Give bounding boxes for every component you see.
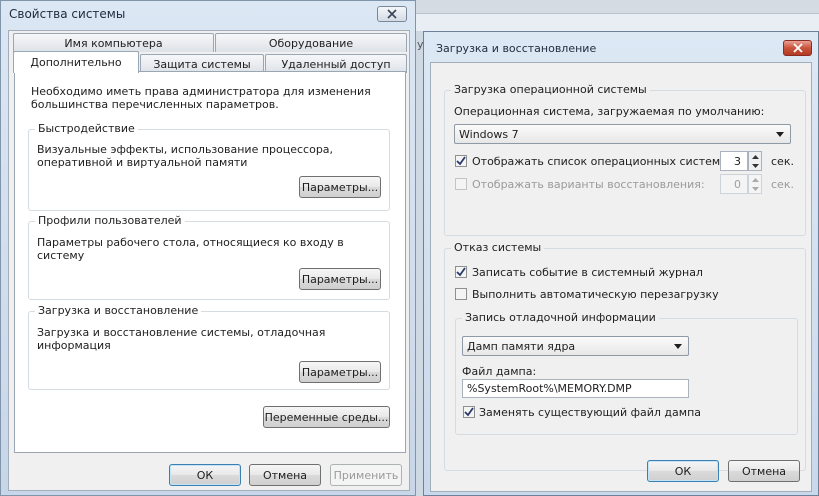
cancel-button[interactable]: Отмена (728, 460, 800, 482)
ok-button[interactable]: ОК (169, 464, 241, 486)
chevron-down-icon (776, 132, 784, 137)
spin-down-icon[interactable] (749, 161, 761, 170)
auto-restart-checkbox[interactable] (455, 288, 467, 300)
os-startup-group: Загрузка операционной системы Операционн… (444, 83, 806, 236)
startup-recovery-settings-button[interactable]: Параметры... (299, 361, 381, 383)
default-os-select[interactable]: Windows 7 (454, 124, 791, 144)
system-properties-window: Свойства системы Имя компьютера Оборудов… (0, 0, 416, 496)
seconds-unit-disabled: сек. (771, 178, 794, 191)
show-recovery-spinner[interactable] (748, 174, 762, 194)
close-icon (792, 43, 803, 53)
tab-computer-name[interactable]: Имя компьютера (13, 33, 214, 52)
user-profiles-title: Профили пользователей (35, 214, 185, 227)
apply-button[interactable]: Применить (330, 464, 402, 486)
user-profiles-group: Профили пользователей Параметры рабочего… (28, 214, 390, 300)
close-button[interactable] (783, 40, 812, 56)
dialog-client-area: Имя компьютера Оборудование Дополнительн… (8, 30, 410, 491)
user-profiles-text: Параметры рабочего стола, относящиеся ко… (37, 236, 344, 262)
system-failure-group: Отказ системы Записать событие в системн… (444, 241, 806, 471)
environment-variables-button[interactable]: Переменные среды... (263, 406, 390, 428)
show-os-list-spinner[interactable] (748, 151, 762, 171)
startup-recovery-title: Загрузка и восстановление (35, 304, 202, 317)
show-os-list-seconds-input[interactable]: 3 (720, 151, 748, 171)
log-event-checkbox[interactable] (455, 266, 467, 278)
checkmark-icon (456, 156, 466, 166)
ok-button[interactable]: ОК (647, 460, 719, 482)
tab-panel-advanced: Необходимо иметь права администратора дл… (14, 71, 406, 453)
tab-hardware[interactable]: Оборудование (215, 33, 407, 52)
tab-advanced[interactable]: Дополнительно (13, 51, 139, 73)
show-os-list-checkbox[interactable] (455, 155, 467, 167)
show-os-list-label: Отображать список операционных систем: (472, 155, 724, 168)
cancel-button[interactable]: Отмена (249, 464, 321, 486)
system-failure-title: Отказ системы (451, 241, 545, 254)
close-button[interactable] (377, 6, 407, 22)
admin-note: Необходимо иметь права администратора дл… (31, 85, 371, 111)
dump-file-label: Файл дампа: (462, 365, 537, 378)
dump-type-value: Дамп памяти ядра (467, 339, 576, 353)
default-os-label: Операционная система, загружаемая по умо… (454, 105, 765, 118)
spin-down-icon[interactable] (749, 184, 761, 193)
performance-text: Визуальные эффекты, использование процес… (37, 143, 334, 169)
performance-settings-button[interactable]: Параметры... (299, 176, 381, 198)
user-profiles-settings-button[interactable]: Параметры... (299, 268, 381, 290)
dialog-title: Загрузка и восстановление (436, 42, 597, 55)
startup-recovery-dialog: Загрузка и восстановление Загрузка опера… (423, 31, 819, 496)
debug-info-group: Запись отладочной информации Дамп памяти… (455, 311, 798, 435)
checkmark-icon (456, 267, 466, 277)
seconds-unit: сек. (771, 155, 794, 168)
spin-up-icon[interactable] (749, 175, 761, 184)
close-icon (387, 9, 397, 19)
performance-group: Быстродействие Визуальные эффекты, испол… (28, 122, 390, 211)
performance-title: Быстродействие (35, 122, 138, 135)
show-recovery-checkbox[interactable] (455, 178, 467, 190)
spin-up-icon[interactable] (749, 152, 761, 161)
show-recovery-label: Отображать варианты восстановления: (472, 178, 705, 191)
debug-info-title: Запись отладочной информации (462, 311, 659, 324)
checkmark-icon (464, 407, 474, 417)
auto-restart-label: Выполнить автоматическую перезагрузку (472, 288, 719, 301)
startup-recovery-group: Загрузка и восстановление Загрузка и вос… (28, 304, 390, 390)
window-title: Свойства системы (9, 7, 126, 21)
startup-recovery-text: Загрузка и восстановление системы, отлад… (37, 326, 326, 352)
show-recovery-seconds-input[interactable]: 0 (720, 174, 748, 194)
dialog-client-area: Загрузка операционной системы Операционн… (430, 62, 812, 492)
log-event-label: Записать событие в системный журнал (472, 266, 703, 279)
chevron-down-icon (674, 344, 682, 349)
os-startup-title: Загрузка операционной системы (451, 83, 650, 96)
overwrite-dump-checkbox[interactable] (463, 406, 475, 418)
overwrite-dump-label: Заменять существующий файл дампа (479, 406, 702, 419)
dump-file-input[interactable]: %SystemRoot%\MEMORY.DMP (462, 379, 689, 398)
dump-type-select[interactable]: Дамп памяти ядра (462, 336, 689, 356)
background-window-bar (416, 0, 819, 14)
default-os-value: Windows 7 (459, 127, 519, 141)
